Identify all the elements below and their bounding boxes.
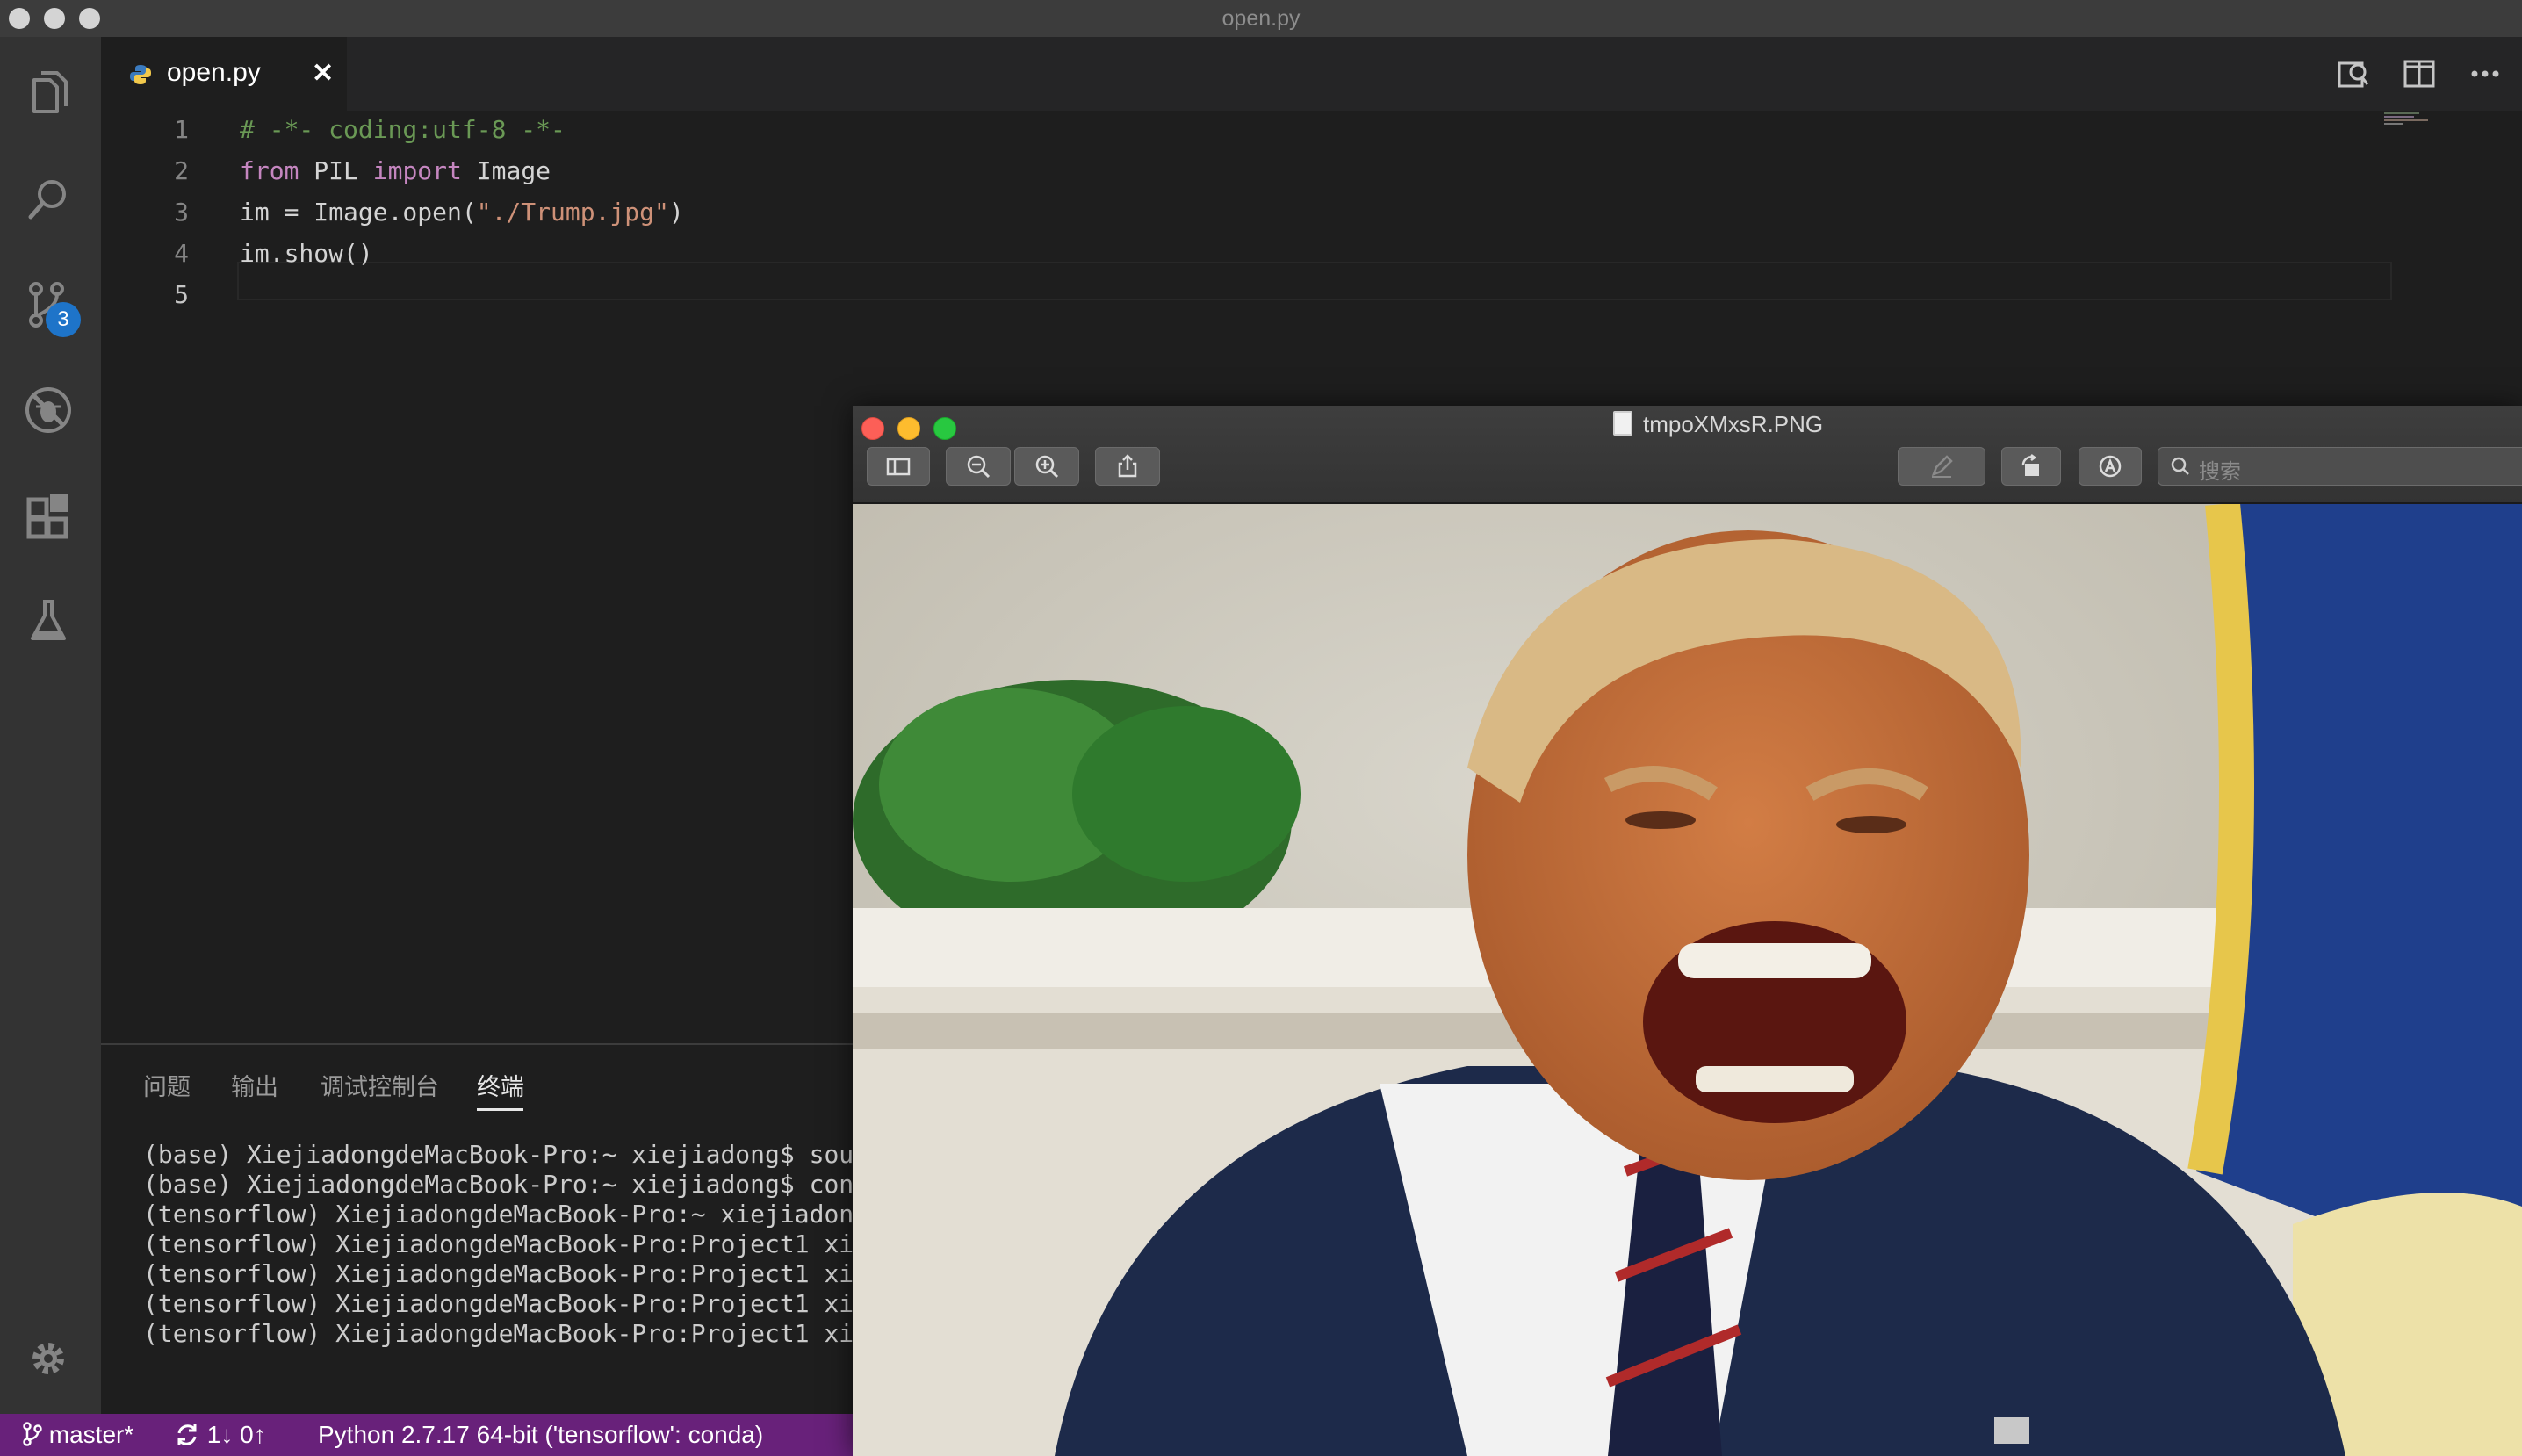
pen-icon	[1931, 455, 1953, 478]
code-token: )	[668, 198, 684, 227]
python-interpreter[interactable]: Python 2.7.17 64-bit ('tensorflow': cond…	[318, 1414, 763, 1456]
open-preview-icon[interactable]	[2336, 56, 2371, 91]
document-icon	[1613, 411, 1632, 436]
preview-zoom-button[interactable]	[933, 417, 956, 440]
sync-counts: 1↓ 0↑	[206, 1421, 266, 1448]
window-title: open.py	[1221, 6, 1301, 31]
git-branch-icon	[23, 1422, 42, 1446]
tab-problems[interactable]: 问题	[143, 1068, 191, 1102]
zoom-out-button[interactable]	[946, 447, 1011, 486]
line-number: 5	[174, 280, 189, 309]
tab-output[interactable]: 输出	[231, 1068, 278, 1102]
python-file-icon	[130, 65, 151, 84]
extensions-icon[interactable]	[18, 485, 79, 546]
search-icon	[2171, 457, 2189, 475]
code-token: PIL	[299, 156, 373, 185]
testing-flask-icon[interactable]	[18, 590, 79, 652]
code-token: # -*- coding:utf-8 -*-	[240, 115, 566, 144]
settings-gear-icon[interactable]	[18, 1328, 79, 1389]
minimap[interactable]	[2384, 111, 2437, 128]
preview-image[interactable]	[853, 504, 2522, 1456]
code-token: im = Image.open(	[240, 198, 477, 227]
zoom-in-button[interactable]	[1014, 447, 1079, 486]
code-line[interactable]: 1 # -*- coding:utf-8 -*-	[101, 111, 2384, 148]
preview-search-field[interactable]: 搜索	[2158, 447, 2522, 486]
code-line[interactable]: 4 im.show()	[101, 234, 2384, 272]
code-line[interactable]: 5	[101, 276, 2384, 314]
tab-open-py[interactable]: open.py ✕	[101, 37, 347, 111]
terminal-line: (tensorflow) XiejiadongdeMacBook-Pro:~ x…	[143, 1200, 854, 1229]
zoom-out-icon	[967, 455, 991, 479]
sidebar-icon	[886, 458, 911, 476]
markup-icon	[2099, 455, 2122, 478]
line-number: 1	[174, 115, 189, 144]
active-tab-indicator	[477, 1108, 523, 1111]
markup-toolbar-button[interactable]	[2079, 447, 2142, 486]
portrait-photo	[853, 504, 2522, 1456]
tab-debug-console[interactable]: 调试控制台	[321, 1068, 439, 1102]
code-text: from PIL import Image	[240, 152, 551, 190]
markup-pen-button[interactable]	[1898, 447, 1985, 486]
code-token: Image	[461, 156, 551, 185]
terminal-line: (tensorflow) XiejiadongdeMacBook-Pro:Pro…	[143, 1229, 854, 1258]
code-line[interactable]: 2 from PIL import Image	[101, 152, 2384, 190]
preview-window: tmpoXMxsR.PNG 搜索	[853, 406, 2522, 1456]
code-token: from	[240, 156, 299, 185]
preview-toolbar: tmpoXMxsR.PNG 搜索	[853, 406, 2522, 504]
code-text: im.show()	[240, 234, 373, 272]
scm-badge: 3	[46, 302, 81, 337]
preview-filename: tmpoXMxsR.PNG	[1643, 411, 1824, 437]
preview-title: tmpoXMxsR.PNG	[1613, 411, 1823, 438]
rotate-icon	[2021, 454, 2039, 476]
sync-icon	[177, 1424, 197, 1445]
share-button[interactable]	[1095, 447, 1160, 486]
code-token: "./Trump.jpg"	[476, 198, 669, 227]
tab-terminal[interactable]: 终端	[477, 1068, 524, 1102]
tab-label: open.py	[167, 58, 261, 87]
split-editor-icon[interactable]	[2402, 56, 2437, 91]
search-icon[interactable]	[18, 169, 79, 230]
line-number: 2	[174, 156, 189, 185]
terminal-line: (tensorflow) XiejiadongdeMacBook-Pro:Pro…	[143, 1259, 854, 1288]
code-token: import	[372, 156, 462, 185]
terminal-line: (tensorflow) XiejiadongdeMacBook-Pro:Pro…	[143, 1319, 854, 1348]
terminal-line: (base) XiejiadongdeMacBook-Pro:~ xiejiad…	[143, 1170, 854, 1199]
code-token: im.show()	[240, 239, 373, 268]
line-number: 3	[174, 198, 189, 227]
branch-name: master*	[48, 1421, 134, 1448]
line-number: 4	[174, 239, 189, 268]
explorer-icon[interactable]	[18, 63, 79, 125]
rotate-button[interactable]	[2001, 447, 2061, 486]
terminal-line: (tensorflow) XiejiadongdeMacBook-Pro:Pro…	[143, 1289, 854, 1318]
sync-status[interactable]: 1↓ 0↑	[174, 1414, 266, 1456]
code-text: # -*- coding:utf-8 -*-	[240, 111, 566, 148]
git-branch-status[interactable]: master*	[23, 1414, 133, 1456]
debug-icon[interactable]	[18, 379, 79, 441]
preview-minimize-button[interactable]	[897, 417, 920, 440]
share-icon	[1118, 454, 1137, 478]
zoom-in-icon	[1035, 455, 1059, 479]
code-text: im = Image.open("./Trump.jpg")	[240, 193, 684, 231]
editor-tab-strip: open.py ✕	[101, 37, 2522, 111]
preview-close-button[interactable]	[861, 417, 884, 440]
tab-close-button[interactable]: ✕	[312, 58, 334, 89]
more-actions-icon[interactable]	[2468, 56, 2503, 91]
sidebar-toggle-button[interactable]	[867, 447, 930, 486]
terminal-line: (base) XiejiadongdeMacBook-Pro:~ xiejiad…	[143, 1140, 854, 1169]
code-line[interactable]: 3 im = Image.open("./Trump.jpg")	[101, 193, 2384, 231]
search-placeholder: 搜索	[2199, 460, 2241, 484]
window-titlebar: open.py	[0, 0, 2522, 37]
activity-bar: 3	[0, 37, 101, 1414]
